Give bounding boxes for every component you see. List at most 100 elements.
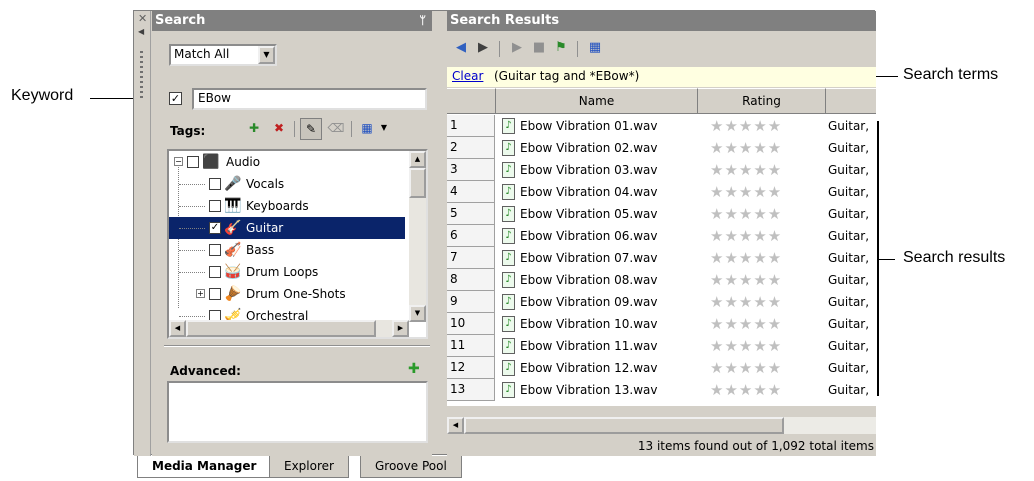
table-row[interactable]: 11 ♪ Ebow Vibration 11.wav ★★★★★ Guitar, [447,335,876,357]
toolbar-separator [351,121,352,137]
rating-stars[interactable]: ★★★★★ [710,291,782,313]
back-icon[interactable]: ◀ [451,38,471,58]
table-row[interactable]: 7 ♪ Ebow Vibration 07.wav ★★★★★ Guitar, [447,247,876,269]
table-row[interactable]: 10 ♪ Ebow Vibration 10.wav ★★★★★ Guitar, [447,313,876,335]
column-header-name[interactable]: Name [496,88,698,114]
audio-file-icon: ♪ [502,360,515,376]
column-header-tags[interactable] [826,88,876,114]
tree-horizontal-scrollbar[interactable]: ◀ ▶ [169,320,409,337]
tree-item-drum-one-shots[interactable]: + 🪘 Drum One-Shots [169,283,405,305]
results-grid[interactable]: Name Rating 1 ♪ Ebow Vibration 01.wav ★★★★★… [447,88,876,406]
keyword-checkbox[interactable]: ✓ [169,92,182,105]
collapse-arrow-icon[interactable]: ◀ [138,27,144,36]
add-tag-icon[interactable]: ✚ [243,118,265,140]
results-horizontal-scrollbar[interactable]: ◀ [447,417,876,434]
forward-icon[interactable]: ▶ [473,38,493,58]
table-row[interactable]: 9 ♪ Ebow Vibration 09.wav ★★★★★ Guitar, [447,291,876,313]
file-tags: Guitar, [828,317,870,331]
table-row[interactable]: 12 ♪ Ebow Vibration 12.wav ★★★★★ Guitar, [447,357,876,379]
tree-item-label: Drum Loops [246,265,319,279]
rating-stars[interactable]: ★★★★★ [710,137,782,159]
rating-stars[interactable]: ★★★★★ [710,159,782,181]
rating-stars[interactable]: ★★★★★ [710,357,782,379]
expand-icon[interactable]: + [196,289,205,298]
tab-explorer[interactable]: Explorer [269,456,349,478]
view-dropdown-icon[interactable]: ▼ [377,118,391,140]
close-icon[interactable]: ✕ [138,12,147,25]
tree-item-label: Guitar [246,221,284,235]
collapse-icon[interactable]: − [174,157,183,166]
table-row[interactable]: 8 ♪ Ebow Vibration 08.wav ★★★★★ Guitar, [447,269,876,291]
play-icon[interactable]: ▶ [507,38,527,58]
bottom-tabstrip: Media Manager Explorer Groove Pool [133,456,875,481]
tag-checkbox[interactable] [209,288,221,300]
table-row[interactable]: 2 ♪ Ebow Vibration 02.wav ★★★★★ Guitar, [447,137,876,159]
tag-checkbox[interactable] [209,266,221,278]
audio-file-icon: ♪ [502,382,515,398]
tree-item-drum-loops[interactable]: 🥁 Drum Loops [169,261,405,283]
tag-checkbox[interactable] [209,244,221,256]
clear-link[interactable]: Clear [452,67,483,86]
scroll-left-icon[interactable]: ◀ [447,417,464,434]
tree-item-keyboards[interactable]: 🎹 Keyboards [169,195,405,217]
tree-item-guitar[interactable]: ✓ 🎸 Guitar [169,217,405,239]
scroll-left-icon[interactable]: ◀ [169,320,186,337]
remove-tag-icon[interactable]: ✖ [268,118,290,140]
tag-checkbox[interactable]: ✓ [209,222,221,234]
rating-stars[interactable]: ★★★★★ [710,115,782,137]
tree-vertical-scrollbar[interactable]: ▲ ▼ [409,151,426,322]
rating-stars[interactable]: ★★★★★ [710,203,782,225]
advanced-conditions-box[interactable] [167,381,428,443]
file-tags: Guitar, [828,251,870,265]
table-row[interactable]: 13 ♪ Ebow Vibration 13.wav ★★★★★ Guitar, [447,379,876,401]
rating-stars[interactable]: ★★★★★ [710,269,782,291]
table-row[interactable]: 1 ♪ Ebow Vibration 01.wav ★★★★★ Guitar, [447,115,876,137]
rating-stars[interactable]: ★★★★★ [710,225,782,247]
scroll-right-icon[interactable]: ▶ [392,320,409,337]
table-row[interactable]: 6 ♪ Ebow Vibration 06.wav ★★★★★ Guitar, [447,225,876,247]
match-mode-select[interactable]: Match All ▼ [169,44,277,66]
eraser-icon[interactable]: ⌫ [325,118,347,140]
tree-item-bass[interactable]: 🎻 Bass [169,239,405,261]
row-number: 5 [447,203,495,225]
view-options-icon[interactable]: ▦ [356,118,378,140]
tags-label: Tags: [170,124,206,138]
rating-stars[interactable]: ★★★★★ [710,335,782,357]
rating-stars[interactable]: ★★★★★ [710,247,782,269]
stop-icon[interactable]: ■ [529,38,549,58]
audio-file-icon: ♪ [502,118,515,134]
tree-item-audio[interactable]: − ⬛ Audio [169,151,405,173]
tab-groove-pool[interactable]: Groove Pool [360,456,462,478]
column-header-rating[interactable]: Rating [698,88,826,114]
table-row[interactable]: 4 ♪ Ebow Vibration 04.wav ★★★★★ Guitar, [447,181,876,203]
view-options-icon[interactable]: ▦ [585,38,605,58]
row-number: 12 [447,357,495,379]
table-row[interactable]: 3 ♪ Ebow Vibration 03.wav ★★★★★ Guitar, [447,159,876,181]
tree-item-vocals[interactable]: 🎤 Vocals [169,173,405,195]
tag-checkbox[interactable] [187,156,199,168]
pin-icon[interactable]: ᛘ [419,11,426,31]
tag-checkbox[interactable] [209,178,221,190]
add-condition-icon[interactable]: ✚ [408,361,420,377]
scroll-thumb[interactable] [464,417,784,434]
tags-tree[interactable]: − ⬛ Audio 🎤 Vocals 🎹 Keyboards ✓ 🎸 Guita… [167,149,428,339]
table-row[interactable]: 5 ♪ Ebow Vibration 05.wav ★★★★★ Guitar, [447,203,876,225]
keyword-input[interactable]: EBow [192,88,427,110]
column-header-index[interactable] [447,88,496,114]
drag-grip[interactable] [140,51,143,99]
scroll-down-icon[interactable]: ▼ [409,305,426,322]
scroll-thumb[interactable] [186,320,376,337]
rating-stars[interactable]: ★★★★★ [710,313,782,335]
file-name: Ebow Vibration 02.wav [520,141,658,155]
chevron-down-icon[interactable]: ▼ [258,46,275,64]
scroll-up-icon[interactable]: ▲ [409,151,426,168]
tab-media-manager[interactable]: Media Manager [137,456,272,478]
rating-stars[interactable]: ★★★★★ [710,379,782,401]
scroll-thumb[interactable] [409,168,426,198]
panel-splitter[interactable] [164,345,430,347]
search-terms-text: (Guitar tag and *EBow*) [494,69,640,83]
pencil-icon[interactable]: ✎ [300,118,322,140]
rating-stars[interactable]: ★★★★★ [710,181,782,203]
autoplay-icon[interactable]: ⚑ [551,38,571,58]
tag-checkbox[interactable] [209,200,221,212]
